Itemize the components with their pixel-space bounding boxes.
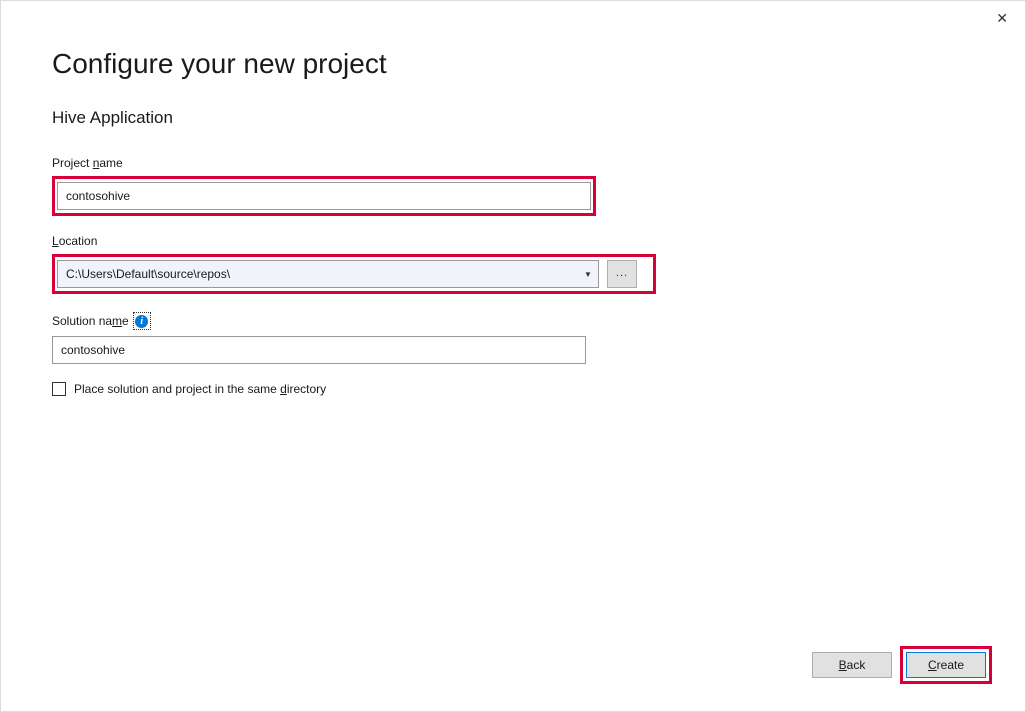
location-combo[interactable]: C:\Users\Default\source\repos\ ▼ (57, 260, 599, 288)
location-label: Location (52, 234, 974, 248)
info-icon: i (135, 315, 148, 328)
project-name-input[interactable] (57, 182, 591, 210)
ellipsis-icon: ... (616, 267, 628, 279)
chevron-down-icon[interactable]: ▼ (578, 270, 598, 279)
solution-name-label: Solution name (52, 314, 129, 328)
project-name-highlight (52, 176, 596, 216)
create-button[interactable]: Create (906, 652, 986, 678)
back-button[interactable]: Back (812, 652, 892, 678)
same-directory-label: Place solution and project in the same d… (74, 382, 326, 396)
create-button-highlight: Create (900, 646, 992, 684)
browse-button[interactable]: ... (607, 260, 637, 288)
info-icon-wrap[interactable]: i (133, 312, 151, 330)
same-directory-checkbox[interactable] (52, 382, 66, 396)
project-name-label: Project name (52, 156, 974, 170)
solution-name-input[interactable] (52, 336, 586, 364)
location-value: C:\Users\Default\source\repos\ (58, 267, 578, 281)
page-title: Configure your new project (52, 48, 974, 80)
location-highlight: C:\Users\Default\source\repos\ ▼ ... (52, 254, 656, 294)
project-type-label: Hive Application (52, 108, 974, 128)
close-icon[interactable]: ✕ (996, 10, 1008, 27)
